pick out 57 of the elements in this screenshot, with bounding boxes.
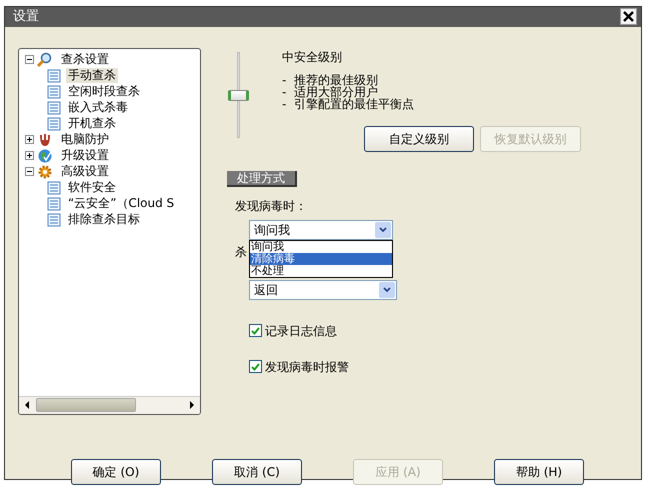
dropdown[interactable]: 返回 xyxy=(249,280,397,300)
tree-item[interactable]: 软件安全 xyxy=(66,180,118,195)
tree-item[interactable]: 嵌入式杀毒 xyxy=(66,100,130,115)
left-arrow-icon xyxy=(24,401,30,409)
level-note: - 引擎配置的最佳平衡点 xyxy=(282,98,414,110)
collapse-icon[interactable] xyxy=(25,167,34,176)
field-label: 杀 xyxy=(235,244,247,258)
tree-item[interactable]: 排除查杀目标 xyxy=(66,212,142,227)
level-note: - 适用大部分用户 xyxy=(282,86,378,98)
close-icon xyxy=(623,11,634,22)
tree-item[interactable]: 高级设置 xyxy=(59,164,111,179)
checkbox[interactable] xyxy=(249,360,262,373)
collapse-icon[interactable] xyxy=(25,55,34,64)
dialog-button[interactable]: 取消 (C) xyxy=(212,458,302,484)
right-arrow-icon xyxy=(189,401,195,409)
dropdown-option[interactable]: 询问我 xyxy=(250,240,392,252)
check-icon xyxy=(251,362,260,370)
page-icon xyxy=(47,100,61,114)
field-label: 发现病毒时： xyxy=(235,198,308,214)
page-icon xyxy=(47,196,61,210)
dropdown-option[interactable]: 不处理 xyxy=(250,264,392,276)
tree-item[interactable]: 手动查杀 xyxy=(66,68,118,83)
expand-icon[interactable] xyxy=(25,135,34,144)
horizontal-scrollbar[interactable] xyxy=(19,396,200,414)
dropdown[interactable]: 询问我 xyxy=(249,220,393,240)
tree-item[interactable]: 电脑防护 xyxy=(59,132,111,147)
level-button[interactable]: 自定义级别 xyxy=(364,126,474,152)
close-button[interactable] xyxy=(620,8,637,26)
level-title: 中安全级别 xyxy=(282,48,343,66)
tree-item[interactable]: “云安全”（Cloud S xyxy=(66,196,176,211)
page-icon xyxy=(47,212,61,226)
tree-item[interactable]: 空闲时段查杀 xyxy=(66,84,142,99)
check-icon xyxy=(251,326,260,334)
page-icon xyxy=(47,116,61,130)
dropdown-option[interactable]: 清除病毒 xyxy=(250,252,392,264)
page-icon xyxy=(47,68,61,82)
window-title: 设置 xyxy=(13,8,39,26)
tree-item[interactable]: 开机查杀 xyxy=(66,116,118,131)
magnifier-icon xyxy=(37,52,53,68)
globe-icon xyxy=(37,148,53,164)
tree-item[interactable]: 升级设置 xyxy=(59,148,111,163)
slider-thumb[interactable] xyxy=(228,90,249,100)
level-note: - 推荐的最佳级别 xyxy=(282,74,379,86)
tree-item[interactable]: 查杀设置 xyxy=(59,52,111,67)
scrollbar-thumb[interactable] xyxy=(36,398,136,412)
gear-icon xyxy=(37,164,53,180)
expand-icon[interactable] xyxy=(25,151,34,160)
dialog-button[interactable]: 帮助 (H) xyxy=(494,458,584,484)
checkbox-option[interactable]: 发现病毒时报警 xyxy=(249,358,641,376)
checkbox[interactable] xyxy=(249,324,262,337)
chevron-down-icon xyxy=(379,226,387,232)
dialog-button[interactable]: 确定 (O) xyxy=(71,458,161,484)
page-icon xyxy=(47,84,61,98)
page-icon xyxy=(47,180,61,194)
chevron-down-icon xyxy=(383,286,391,292)
checkbox-option[interactable]: 记录日志信息 xyxy=(249,322,641,340)
glove-icon xyxy=(37,132,53,148)
